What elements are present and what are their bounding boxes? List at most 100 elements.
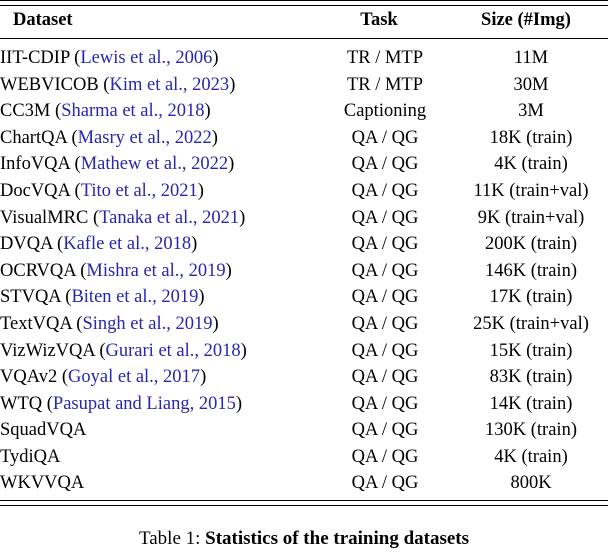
dataset-name: SquadVQA: [0, 420, 87, 441]
citation-close-paren: ): [235, 393, 243, 414]
dataset-name: VisualMRC: [0, 207, 89, 228]
cell-dataset: DocVQA (Tito et al., 2021): [0, 178, 316, 205]
citation-link[interactable]: Masry et al., 2022: [78, 128, 212, 148]
table-row: ChartQA (Masry et al., 2022) QA / QG 18K (…: [0, 125, 608, 152]
cell-task: QA / QG: [351, 473, 419, 494]
cell-task: QA / QG: [351, 420, 419, 441]
table-row: InfoVQA (Mathew et al., 2022) QA / QG 4K (…: [0, 151, 608, 178]
table-row: STVQA (Biten et al., 2019) QA / QG 17K (tr…: [0, 284, 608, 311]
cell-task: QA / QG: [351, 260, 419, 281]
header-row: Dataset Task Size (#Img): [0, 6, 608, 39]
table-header: Dataset Task Size (#Img): [0, 0, 608, 42]
citation-link[interactable]: Lewis et al., 2006: [80, 48, 212, 68]
table-row: OCRVQA (Mishra et al., 2019) QA / QG 146K …: [0, 258, 608, 285]
table-row: VQAv2 (Goyal et al., 2017) QA / QG 83K (tr…: [0, 364, 608, 391]
citation-close-paren: ): [197, 180, 204, 201]
cell-size: 800K: [510, 473, 552, 494]
cell-dataset: TextVQA (Singh et al., 2019): [0, 311, 316, 338]
dataset-name: InfoVQA: [0, 154, 70, 175]
bottom-rule: [0, 499, 608, 506]
cell-task: QA / QG: [351, 393, 419, 414]
cell-size: 25K (train+val): [473, 313, 589, 334]
table-row: TextVQA (Singh et al., 2019) QA / QG 25K (…: [0, 311, 608, 338]
cell-size: 11M: [513, 47, 549, 68]
cell-dataset: InfoVQA (Mathew et al., 2022): [0, 151, 316, 178]
citation-link[interactable]: Kim et al., 2023: [109, 75, 229, 95]
cell-size: 18K (train): [489, 127, 573, 148]
cell-dataset: WKVVQA: [0, 470, 316, 500]
citation-link[interactable]: Tito et al., 2021: [81, 181, 198, 201]
cell-size: 30M: [513, 74, 549, 95]
table-body: IIT-CDIP (Lewis et al., 2006) TR / MTP 11M…: [0, 42, 608, 501]
citation-link[interactable]: Pasupat and Liang, 2015: [53, 394, 236, 414]
dataset-name: VQAv2: [0, 367, 58, 388]
table-row: WTQ (Pasupat and Liang, 2015) QA / QG 14K …: [0, 391, 608, 418]
dataset-name: OCRVQA: [0, 260, 76, 281]
cell-size: 9K (train+val): [477, 207, 585, 228]
cell-dataset: VisualMRC (Tanaka et al., 2021): [0, 204, 316, 231]
dataset-name: WKVVQA: [0, 473, 85, 494]
citation-link[interactable]: Gurari et al., 2018: [106, 341, 241, 361]
citation-close-paren: ): [240, 340, 247, 361]
citation-close-paren: ): [212, 313, 219, 334]
cell-dataset: VizWizVQA (Gurari et al., 2018): [0, 337, 316, 364]
cell-size: 17K (train): [489, 287, 573, 308]
citation-link[interactable]: Biten et al., 2019: [71, 287, 198, 307]
table-row: WEBVICOB (Kim et al., 2023) TR / MTP 30M: [0, 72, 608, 99]
cell-task: QA / QG: [351, 446, 419, 467]
table-row: SquadVQA QA / QG 130K (train): [0, 417, 608, 444]
dataset-name: WEBVICOB: [0, 74, 99, 95]
cell-task: QA / QG: [351, 127, 419, 148]
citation-close-paren: ): [200, 367, 207, 388]
cell-size: 14K (train): [489, 393, 573, 414]
cell-dataset: ChartQA (Masry et al., 2022): [0, 125, 316, 152]
cell-size: 146K (train): [485, 260, 577, 281]
dataset-name: TextVQA: [0, 313, 72, 334]
citation-link[interactable]: Mishra et al., 2019: [86, 261, 225, 281]
caption-title: Statistics of the training datasets: [205, 528, 470, 549]
column-header-size: Size (#Img): [481, 10, 571, 30]
cell-task: QA / QG: [351, 287, 419, 308]
cell-task: Captioning: [343, 101, 427, 122]
citation-link[interactable]: Sharma et al., 2018: [61, 101, 204, 121]
caption-label: Table 1:: [138, 528, 206, 549]
citation-link[interactable]: Mathew et al., 2022: [81, 154, 228, 174]
dataset-name: DVQA: [0, 234, 53, 255]
dataset-name: VizWizVQA: [0, 340, 95, 361]
cell-task: QA / QG: [351, 367, 419, 388]
cell-task: QA / QG: [351, 340, 419, 361]
citation-close-paren: ): [191, 234, 198, 255]
cell-dataset: SquadVQA: [0, 417, 316, 444]
cell-dataset: WEBVICOB (Kim et al., 2023): [0, 72, 316, 99]
cell-task: QA / QG: [351, 234, 419, 255]
cell-size: 200K (train): [485, 234, 577, 255]
column-header-task: Task: [360, 10, 398, 30]
citation-close-paren: ): [212, 47, 219, 68]
table-footer: [0, 499, 608, 506]
cell-size: 4K (train): [494, 154, 568, 175]
cell-size: 11K (train+val): [473, 180, 589, 201]
cell-dataset: OCRVQA (Mishra et al., 2019): [0, 258, 316, 285]
citation-close-paren: ): [211, 127, 218, 148]
citation-link[interactable]: Kafle et al., 2018: [63, 234, 191, 254]
citation-link[interactable]: Singh et al., 2019: [82, 314, 212, 334]
table-row: DocVQA (Tito et al., 2021) QA / QG 11K (tr…: [0, 178, 608, 205]
cell-task: QA / QG: [351, 154, 419, 175]
dataset-name: WTQ: [0, 393, 43, 414]
cell-size: 83K (train): [489, 367, 573, 388]
cell-task: QA / QG: [351, 313, 419, 334]
table-row: IIT-CDIP (Lewis et al., 2006) TR / MTP 11M: [0, 42, 608, 72]
citation-link[interactable]: Tanaka et al., 2021: [99, 208, 239, 228]
cell-dataset: CC3M (Sharma et al., 2018): [0, 98, 316, 125]
citation-close-paren: ): [229, 74, 236, 95]
dataset-name: ChartQA: [0, 127, 67, 148]
cell-task: TR / MTP: [346, 74, 424, 95]
citation-close-paren: ): [225, 260, 232, 281]
dataset-name: DocVQA: [0, 180, 70, 201]
training-datasets-table: Dataset Task Size (#Img) IIT-CDIP (Lewis…: [0, 0, 608, 506]
table-row: VizWizVQA (Gurari et al., 2018) QA / QG 15…: [0, 337, 608, 364]
cell-dataset: WTQ (Pasupat and Liang, 2015): [0, 391, 316, 418]
dataset-name: TydiQA: [0, 446, 61, 467]
citation-link[interactable]: Goyal et al., 2017: [68, 367, 200, 387]
cell-task: QA / QG: [351, 207, 419, 228]
